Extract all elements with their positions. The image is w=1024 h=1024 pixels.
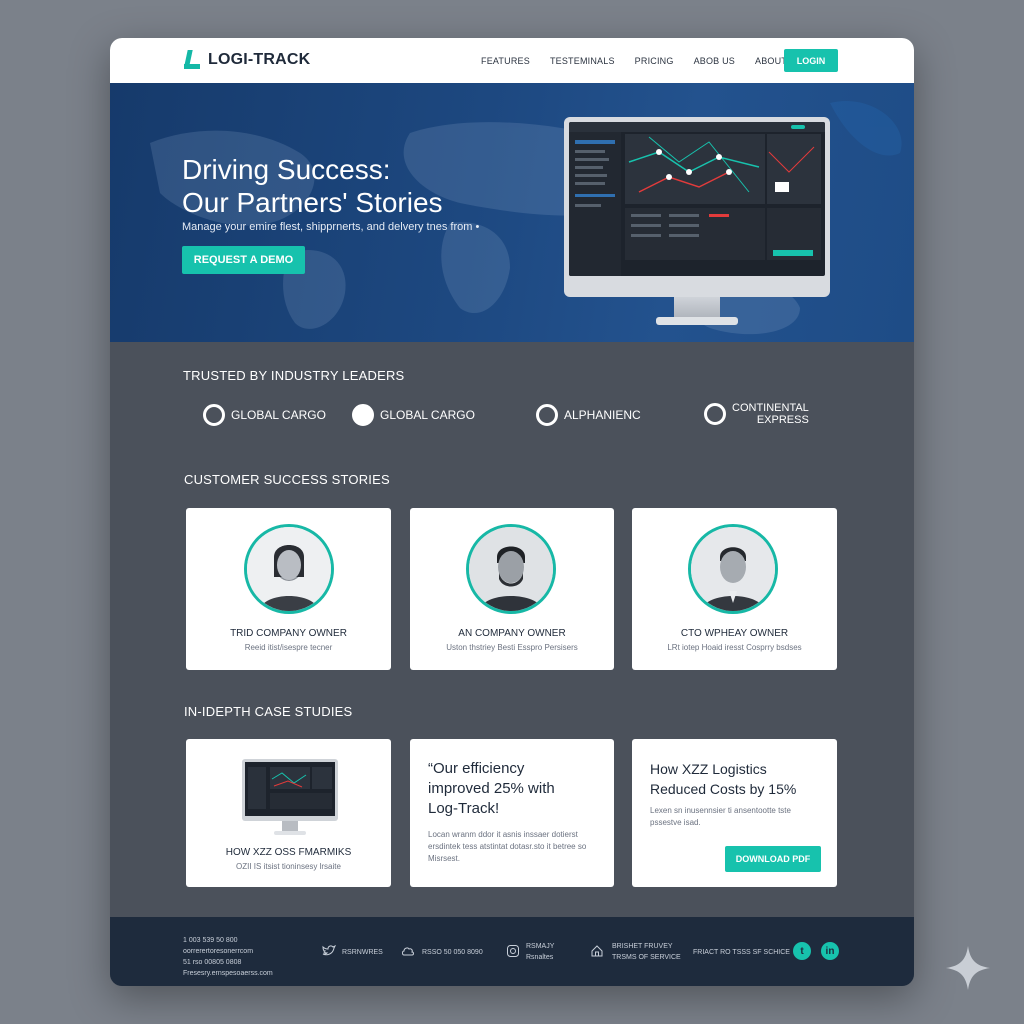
dashboard-screenshot bbox=[569, 122, 825, 276]
hero-title-line2: Our Partners' Stories bbox=[182, 187, 443, 218]
instagram-icon[interactable] bbox=[506, 944, 520, 958]
twitter-icon[interactable] bbox=[322, 944, 337, 958]
sparkle-icon bbox=[946, 946, 990, 990]
partner-name: ALPHANIENC bbox=[564, 408, 641, 422]
logo-mark-icon bbox=[184, 50, 202, 70]
case-body-line2: pssestve isad. bbox=[650, 818, 701, 827]
nav-link-abob-us[interactable]: ABOB US bbox=[694, 56, 735, 66]
case-body-line1: Lexen sn inusennsier ti ansentootte tste bbox=[650, 806, 791, 815]
case-title: HOW XZZ OSS FMARMIKS bbox=[225, 847, 352, 858]
download-pdf-button[interactable]: DOWNLOAD PDF bbox=[725, 846, 821, 872]
case-quote-line2: improved 25% with bbox=[428, 780, 555, 797]
avatar bbox=[688, 524, 778, 614]
partner-logo-continental-express: CONTINENTAL EXPRESS bbox=[704, 402, 809, 426]
case-quote-line1: “Our efficiency bbox=[428, 760, 525, 777]
partner-logo-alphanienc: ALPHANIENC bbox=[536, 404, 641, 426]
story-subtitle: LRt iotep Hoaid iresst Cosprry bsdses bbox=[667, 643, 802, 652]
case-subtitle: OZII IS itsist tioninsesy lrsaite bbox=[236, 862, 341, 871]
cloud-icon[interactable] bbox=[401, 944, 415, 958]
case-title: How XZZ Logistics Reduced Costs by 15% bbox=[650, 759, 796, 799]
case-card-2[interactable]: “Our efficiency improved 25% with Log-Tr… bbox=[410, 739, 614, 887]
monitor-stand bbox=[674, 297, 720, 319]
gear-logo-icon bbox=[203, 404, 225, 426]
footer-item-label-line1: RSMAJY bbox=[526, 943, 555, 950]
logo[interactable]: LOGI-TRACK bbox=[184, 50, 310, 70]
footer-contact: 1 003 539 50 800 oorrerertoresonerrcom 5… bbox=[183, 935, 273, 979]
story-card[interactable]: CTO WPHEAY OWNER LRt iotep Hoaid iresst … bbox=[632, 508, 837, 670]
nav-link-features[interactable]: FEATURES bbox=[481, 56, 530, 66]
footer: 1 003 539 50 800 oorrerertoresonerrcom 5… bbox=[110, 917, 914, 986]
case-studies-title: IN-IDEPTH CASE STUDIES bbox=[184, 704, 353, 719]
browser-window: LOGI-TRACK FEATURES TESTEMINALS PRICING … bbox=[110, 38, 914, 986]
case-card-3[interactable]: How XZZ Logistics Reduced Costs by 15% L… bbox=[632, 739, 837, 887]
partner-logo-global-cargo-2: GLOBAL CARGO bbox=[352, 404, 475, 426]
story-subtitle: Uston thstriey Besti Esspro Persisers bbox=[446, 643, 578, 652]
twitter-icon[interactable]: t bbox=[793, 942, 811, 960]
story-role: TRID COMPANY OWNER bbox=[230, 628, 347, 639]
globe-logo-icon bbox=[704, 403, 726, 425]
hero-subtitle: Manage your emire flest, shipprnerts, an… bbox=[182, 221, 480, 233]
story-subtitle: Reeid itist/isespre tecner bbox=[244, 643, 333, 652]
story-role: CTO WPHEAY OWNER bbox=[680, 628, 789, 639]
case-quote-line3: Log-Track! bbox=[428, 800, 500, 817]
footer-policy-link[interactable]: FRIACT RO TSSS SF SCHICE bbox=[693, 947, 790, 958]
monitor-frame bbox=[564, 117, 830, 297]
nav-links: FEATURES TESTEMINALS PRICING ABOB US ABO… bbox=[481, 38, 822, 83]
partner-name: GLOBAL CARGO bbox=[380, 408, 475, 422]
footer-item-label[interactable]: RSRNWRES bbox=[342, 947, 383, 958]
monitor-screen bbox=[569, 122, 825, 276]
hero-section: Driving Success: Our Partners' Stories M… bbox=[110, 83, 914, 342]
hero-title-line1: Driving Success: bbox=[182, 154, 391, 185]
monitor-base bbox=[656, 317, 738, 325]
footer-item-label[interactable]: BRISHET FRUVEY TRSMS OF SERVICE bbox=[612, 941, 681, 963]
case-body-line3: Misrsest. bbox=[428, 854, 460, 863]
case-body-line2: ersdintek tess atstintat dotasr.sto it b… bbox=[428, 842, 587, 851]
partner-name-line1: CONTINENTAL bbox=[732, 402, 809, 414]
nav-link-pricing[interactable]: PRICING bbox=[635, 56, 674, 66]
footer-contact-line: Fresesry.ernspesoaerss.com bbox=[183, 970, 273, 977]
story-card[interactable]: TRID COMPANY OWNER Reeid itist/isespre t… bbox=[186, 508, 391, 670]
case-title-line1: How XZZ Logistics bbox=[650, 761, 767, 777]
case-quote: “Our efficiency improved 25% with Log-Tr… bbox=[428, 759, 555, 819]
story-card[interactable]: AN COMPANY OWNER Uston thstriey Besti Es… bbox=[410, 508, 614, 670]
case-body: Locan wranm ddor it asnis inssaer dotier… bbox=[428, 829, 586, 865]
partner-name: GLOBAL CARGO bbox=[231, 408, 326, 422]
logo-text: LOGI-TRACK bbox=[208, 51, 311, 68]
arrow-logo-icon bbox=[352, 404, 374, 426]
case-title-line2: Reduced Costs by 15% bbox=[650, 781, 797, 797]
hero-title: Driving Success: Our Partners' Stories bbox=[182, 153, 443, 219]
monitor-thumbnail-icon bbox=[242, 759, 338, 835]
footer-item-label-line2: TRSMS OF SERVICE bbox=[612, 954, 681, 961]
login-button[interactable]: LOGIN bbox=[784, 49, 838, 72]
stories-title: CUSTOMER SUCCESS STORIES bbox=[184, 472, 390, 487]
story-role: AN COMPANY OWNER bbox=[458, 628, 566, 639]
circle-logo-icon bbox=[536, 404, 558, 426]
trusted-title: TRUSTED BY INDUSTRY LEADERS bbox=[183, 368, 405, 383]
footer-item-label[interactable]: RSSO 50 050 8090 bbox=[422, 947, 483, 958]
case-body-line1: Locan wranm ddor it asnis inssaer dotier… bbox=[428, 830, 578, 839]
linkedin-icon[interactable]: in bbox=[821, 942, 839, 960]
case-body: Lexen sn inusennsier ti ansentootte tste… bbox=[650, 805, 791, 829]
avatar bbox=[244, 524, 334, 614]
footer-contact-line: 51 rso 00805 0808 bbox=[183, 959, 242, 966]
footer-item-label-line2: Rsnaltes bbox=[526, 954, 554, 961]
footer-contact-line: 1 003 539 50 800 bbox=[183, 937, 238, 944]
footer-contact-line: oorrerertoresonerrcom bbox=[183, 948, 254, 955]
case-card-1[interactable]: HOW XZZ OSS FMARMIKS OZII IS itsist tion… bbox=[186, 739, 391, 887]
partner-logo-global-cargo-1: GLOBAL CARGO bbox=[203, 404, 326, 426]
partner-name: CONTINENTAL EXPRESS bbox=[732, 402, 809, 426]
footer-item-label-line1: BRISHET FRUVEY bbox=[612, 943, 673, 950]
footer-item-label[interactable]: RSMAJY Rsnaltes bbox=[526, 941, 554, 963]
dashboard-monitor-image bbox=[564, 117, 830, 331]
home-icon[interactable] bbox=[590, 944, 604, 958]
avatar bbox=[466, 524, 556, 614]
nav-link-testimonials[interactable]: TESTEMINALS bbox=[550, 56, 615, 66]
partner-name-line2: EXPRESS bbox=[756, 414, 809, 426]
request-demo-button[interactable]: REQUEST A DEMO bbox=[182, 246, 305, 274]
top-nav: LOGI-TRACK FEATURES TESTEMINALS PRICING … bbox=[110, 38, 914, 83]
